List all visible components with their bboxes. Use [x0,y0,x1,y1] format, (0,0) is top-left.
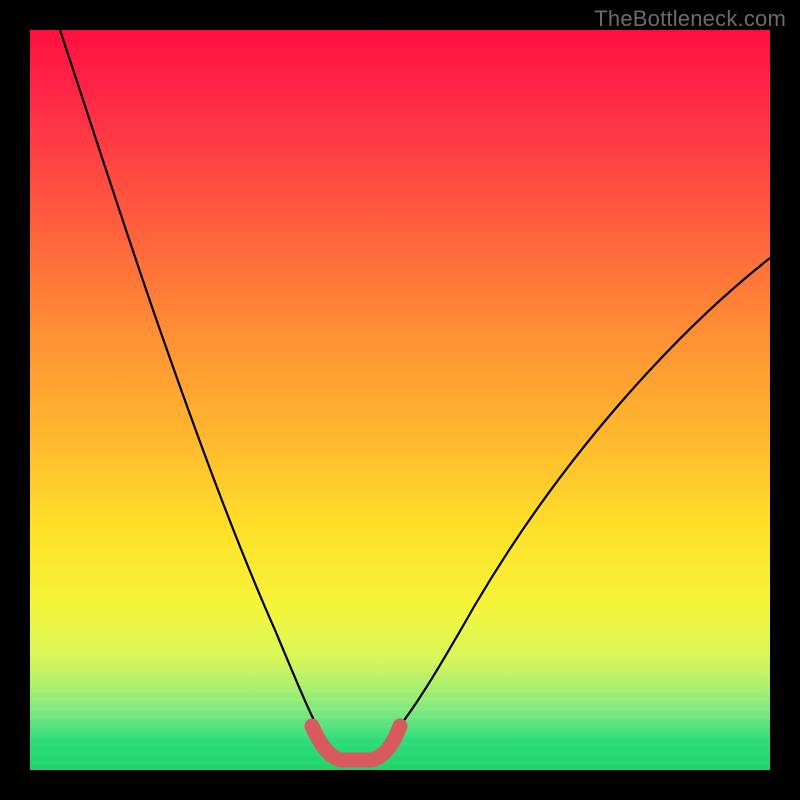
curve-left [60,30,326,742]
plot-area [30,30,770,770]
watermark-text: TheBottleneck.com [594,6,786,32]
chart-frame: TheBottleneck.com [0,0,800,800]
curve-layer [30,30,770,770]
curve-right [386,258,770,742]
valley-highlight [312,726,400,760]
